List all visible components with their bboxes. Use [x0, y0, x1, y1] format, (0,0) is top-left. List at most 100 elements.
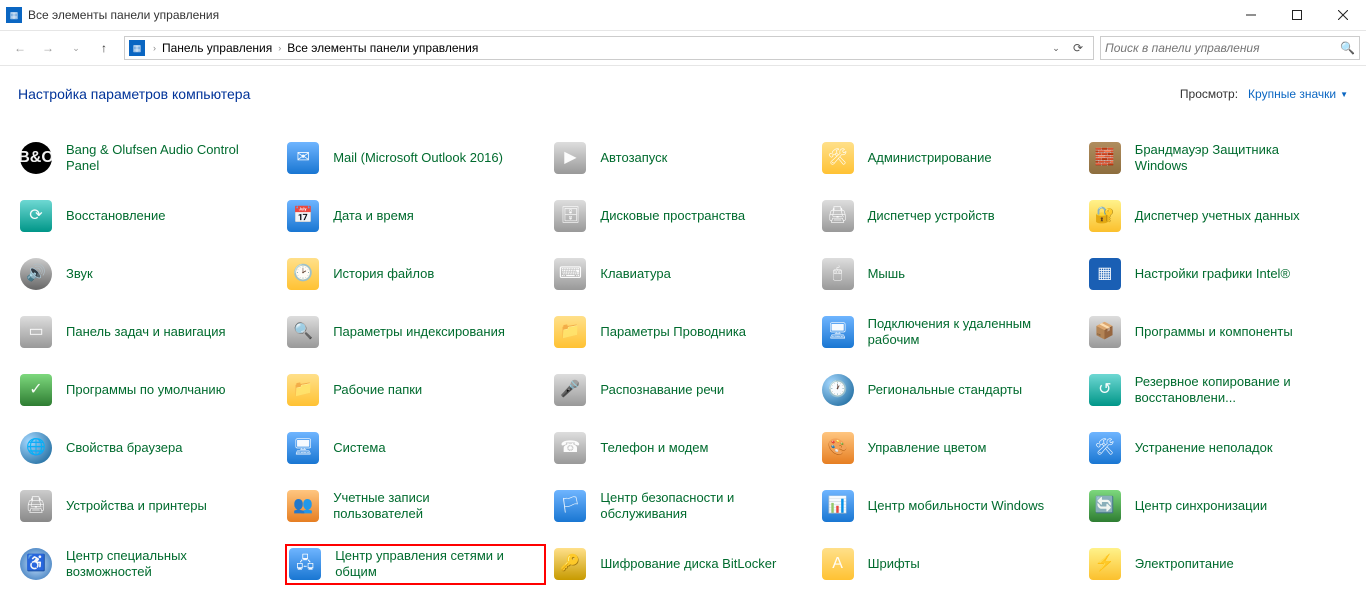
address-bar[interactable]: ▦ › Панель управления › Все элементы пан… [124, 36, 1094, 60]
item-label: Центр безопасности и обслуживания [600, 490, 780, 523]
control-panel-item[interactable]: 🖨 Диспетчер устройств [820, 196, 1081, 236]
control-panel-item[interactable]: ☎Телефон и модем [552, 428, 813, 468]
control-panel-item[interactable]: B&OBang & Olufsen Audio Control Panel [18, 138, 279, 178]
chevron-right-icon: › [149, 43, 160, 53]
control-panel-item[interactable]: 🖱Мышь [820, 254, 1081, 294]
item-label: История файлов [333, 266, 434, 282]
control-panel-item[interactable]: ⚡Электропитание [1087, 544, 1348, 585]
control-panel-item[interactable]: 🏳 Центр безопасности и обслуживания [552, 486, 813, 526]
breadcrumb-item[interactable]: Панель управления [160, 41, 274, 55]
item-label: Центр специальных возможностей [66, 548, 246, 581]
item-icon: B&O [20, 142, 52, 174]
item-label: Шрифты [868, 556, 920, 572]
recent-dropdown[interactable]: ⌄ [62, 34, 90, 62]
item-label: Диспетчер устройств [868, 208, 995, 224]
item-label: Управление цветом [868, 440, 987, 456]
control-panel-item[interactable]: ✉Mail (Microsoft Outlook 2016) [285, 138, 546, 178]
control-panel-item[interactable]: ▶ Автозапуск [552, 138, 813, 178]
item-label: Устройства и принтеры [66, 498, 207, 514]
up-button[interactable]: ↑ [90, 34, 118, 62]
control-panel-item[interactable]: ↺Резервное копирование и восстановлени..… [1087, 370, 1348, 410]
control-panel-item[interactable]: ▭Панель задач и навигация [18, 312, 279, 352]
maximize-button[interactable] [1274, 0, 1320, 30]
item-icon: 🏳 [554, 490, 586, 522]
item-icon: 📅 [287, 200, 319, 232]
item-label: Администрирование [868, 150, 992, 166]
control-panel-item[interactable]: 🖨Устройства и принтеры [18, 486, 279, 526]
refresh-button[interactable]: ⟳ [1067, 37, 1089, 59]
item-icon: 🛠 [822, 142, 854, 174]
control-panel-item[interactable]: 📦Программы и компоненты [1087, 312, 1348, 352]
control-panel-item[interactable]: ✓Программы по умолчанию [18, 370, 279, 410]
item-icon: 🔐 [1089, 200, 1121, 232]
forward-button[interactable]: → [34, 34, 62, 62]
search-input[interactable] [1105, 41, 1340, 55]
control-panel-item[interactable]: 🖥Система [285, 428, 546, 468]
item-icon: ▦ [1089, 258, 1121, 290]
control-panel-item[interactable]: 📁Рабочие папки [285, 370, 546, 410]
search-icon: 🔍 [1340, 41, 1355, 55]
item-icon: 🖨 [822, 200, 854, 232]
control-panel-item[interactable]: 🔊 Звук [18, 254, 279, 294]
control-panel-item[interactable]: ⟳Восстановление [18, 196, 279, 236]
minimize-button[interactable] [1228, 0, 1274, 30]
view-selector[interactable]: Крупные значки ▼ [1248, 87, 1348, 101]
items-grid: B&OBang & Olufsen Audio Control Panel✉Ma… [0, 114, 1366, 595]
control-panel-icon: ▦ [129, 40, 145, 56]
item-icon: 🛠 [1089, 432, 1121, 464]
view-value: Крупные значки [1248, 87, 1336, 101]
item-label: Устранение неполадок [1135, 440, 1273, 456]
item-icon: 🔊 [20, 258, 52, 290]
control-panel-item[interactable]: 🔄Центр синхронизации [1087, 486, 1348, 526]
breadcrumb-item[interactable]: Все элементы панели управления [285, 41, 480, 55]
control-panel-item[interactable]: 🕐Региональные стандарты [820, 370, 1081, 410]
control-panel-item[interactable]: 📅 Дата и время [285, 196, 546, 236]
item-label: Дата и время [333, 208, 414, 224]
item-label: Настройки графики Intel® [1135, 266, 1290, 282]
item-icon: ✉ [287, 142, 319, 174]
item-label: Дисковые пространства [600, 208, 745, 224]
control-panel-item[interactable]: 🖥Подключения к удаленным рабочим [820, 312, 1081, 352]
item-icon: 🕐 [822, 374, 854, 406]
control-panel-item[interactable]: 🧱Брандмауэр Защитника Windows [1087, 138, 1348, 178]
control-panel-icon: ▦ [6, 7, 22, 23]
page-title: Настройка параметров компьютера [18, 86, 250, 102]
item-label: Свойства браузера [66, 440, 182, 456]
control-panel-item[interactable]: ♿ Центр специальных возможностей [18, 544, 279, 585]
control-panel-item[interactable]: 🖧Центр управления сетями и общим [285, 544, 546, 585]
item-label: Автозапуск [600, 150, 667, 166]
control-panel-item[interactable]: 🛠 Администрирование [820, 138, 1081, 178]
control-panel-item[interactable]: 🔍Параметры индексирования [285, 312, 546, 352]
item-label: Звук [66, 266, 93, 282]
item-label: Панель задач и навигация [66, 324, 226, 340]
navbar: ← → ⌄ ↑ ▦ › Панель управления › Все элем… [0, 30, 1366, 66]
item-icon: ♿ [20, 548, 52, 580]
item-icon: ⌨ [554, 258, 586, 290]
search-box[interactable]: 🔍 [1100, 36, 1360, 60]
control-panel-item[interactable]: 👥Учетные записи пользователей [285, 486, 546, 526]
window-title: Все элементы панели управления [28, 8, 219, 22]
control-panel-item[interactable]: ▦ Настройки графики Intel® [1087, 254, 1348, 294]
item-icon: ✓ [20, 374, 52, 406]
item-label: Параметры индексирования [333, 324, 505, 340]
close-button[interactable] [1320, 0, 1366, 30]
back-button[interactable]: ← [6, 34, 34, 62]
item-icon: 🖥 [822, 316, 854, 348]
control-panel-item[interactable]: 🎤Распознавание речи [552, 370, 813, 410]
control-panel-item[interactable]: 🔐Диспетчер учетных данных [1087, 196, 1348, 236]
control-panel-item[interactable]: 🔑Шифрование диска BitLocker [552, 544, 813, 585]
control-panel-item[interactable]: AШрифты [820, 544, 1081, 585]
item-icon: ↺ [1089, 374, 1121, 406]
control-panel-item[interactable]: 📊Центр мобильности Windows [820, 486, 1081, 526]
item-icon: ▶ [554, 142, 586, 174]
control-panel-item[interactable]: 🛠 Устранение неполадок [1087, 428, 1348, 468]
address-dropdown[interactable]: ⌄ [1045, 37, 1067, 59]
control-panel-item[interactable]: 🌐Свойства браузера [18, 428, 279, 468]
control-panel-item[interactable]: ⌨Клавиатура [552, 254, 813, 294]
control-panel-item[interactable]: 🎨Управление цветом [820, 428, 1081, 468]
control-panel-item[interactable]: 📁Параметры Проводника [552, 312, 813, 352]
view-label: Просмотр: [1180, 87, 1238, 101]
control-panel-item[interactable]: 🕑История файлов [285, 254, 546, 294]
item-icon: 📁 [554, 316, 586, 348]
control-panel-item[interactable]: 🗄Дисковые пространства [552, 196, 813, 236]
